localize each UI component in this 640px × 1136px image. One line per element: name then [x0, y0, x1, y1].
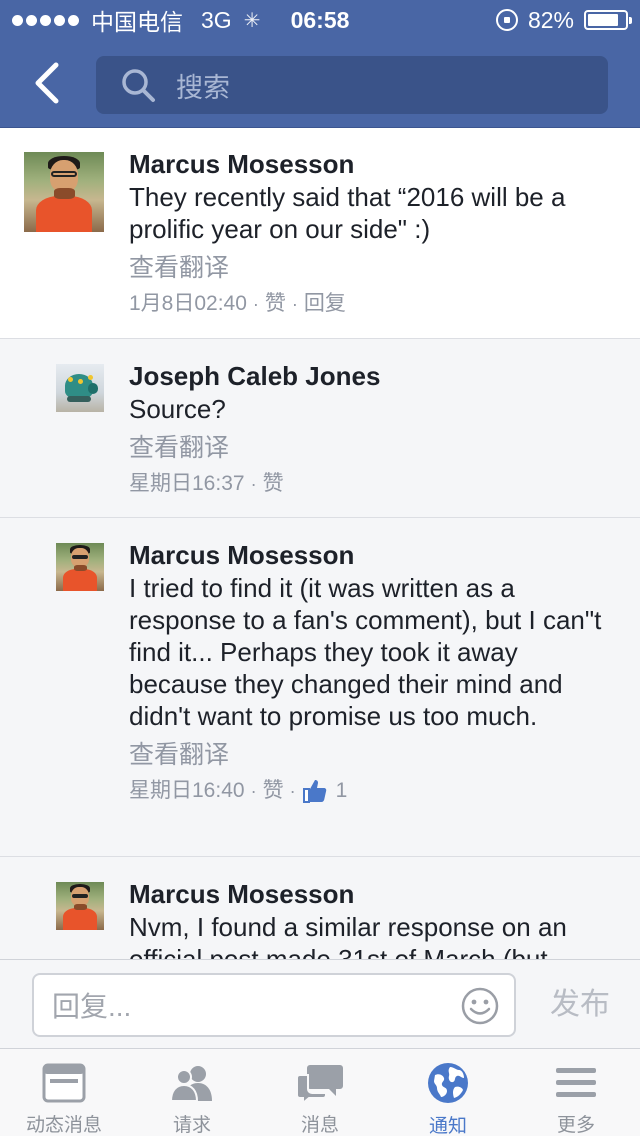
status-bar: 中国电信 3G ✳ 06:58 82% [0, 0, 640, 40]
like-button[interactable]: 赞 [265, 287, 286, 321]
comment-meta: 星期日16:40 · 赞 · 1 [129, 774, 612, 808]
search-placeholder: 搜索 [176, 72, 230, 103]
news-feed-icon [42, 1063, 86, 1102]
comment-author[interactable]: Marcus Mosesson [129, 147, 612, 181]
reply-composer: 回复... 发布 [0, 959, 640, 1048]
rotation-lock-icon [495, 9, 518, 31]
comment-thread[interactable]: Marcus Mosesson They recently said that … [0, 129, 640, 959]
separator: · [250, 474, 257, 494]
tab-more[interactable]: 更多 [512, 1049, 640, 1136]
status-right: 82% [495, 0, 632, 40]
nav-bar: 搜索 [0, 40, 640, 128]
avatar[interactable] [56, 882, 104, 930]
comment-text: They recently said that “2016 will be a … [129, 182, 566, 244]
search-input[interactable]: 搜索 [96, 56, 608, 114]
see-translation-link[interactable]: 查看翻译 [129, 736, 612, 774]
comment-body: Joseph Caleb Jones Source? 查看翻译 星期日16:37… [129, 359, 612, 501]
separator: · [289, 781, 296, 801]
avatar[interactable] [56, 364, 104, 412]
back-button[interactable] [22, 54, 72, 112]
comment-timestamp: 星期日16:37 [129, 472, 245, 495]
chevron-left-icon [35, 62, 59, 104]
more-menu-icon [556, 1067, 596, 1097]
comment-text: Nvm, I found a similar response on an of… [129, 912, 567, 959]
tab-label: 更多 [556, 1115, 595, 1136]
comment-body: Marcus Mosesson I tried to find it (it w… [129, 538, 612, 808]
tab-notifications[interactable]: 通知 [384, 1049, 512, 1136]
thumbs-up-icon [302, 780, 326, 803]
avatar[interactable] [56, 543, 104, 591]
comment-author[interactable]: Marcus Mosesson [129, 877, 612, 911]
comment-timestamp: 1月8日02:40 [129, 292, 247, 315]
reply-input[interactable]: 回复... [32, 973, 516, 1037]
comment-meta: 星期日16:37 · 赞 [129, 467, 612, 501]
notifications-globe-icon [428, 1063, 468, 1103]
like-button[interactable]: 赞 [263, 467, 284, 501]
see-translation-link[interactable]: 查看翻译 [129, 249, 612, 287]
friend-requests-icon [169, 1065, 212, 1102]
reply-item: Marcus Mosesson I tried to find it (it w… [0, 518, 640, 857]
separator: · [250, 781, 257, 801]
comment-author[interactable]: Joseph Caleb Jones [129, 359, 612, 393]
comment-text: I tried to find it (it was written as a … [129, 573, 602, 731]
like-count-value: 1 [335, 779, 348, 802]
tab-bar: 动态消息 请求 消息 通知 更多 [0, 1048, 640, 1136]
comment-text: Source? [129, 394, 226, 424]
comment-meta: 1月8日02:40 · 赞 · 回复 [129, 287, 612, 321]
comment-item: Marcus Mosesson They recently said that … [0, 129, 640, 339]
separator: · [252, 294, 259, 314]
comment-author[interactable]: Marcus Mosesson [129, 538, 612, 572]
tab-label: 动态消息 [25, 1115, 102, 1136]
see-translation-link[interactable]: 查看翻译 [129, 429, 612, 467]
reply-item: Joseph Caleb Jones Source? 查看翻译 星期日16:37… [0, 339, 640, 518]
separator: · [291, 294, 298, 314]
tab-label: 消息 [300, 1115, 339, 1136]
comment-body: Marcus Mosesson They recently said that … [129, 147, 612, 321]
like-count[interactable]: 1 [302, 774, 348, 808]
comment-body: Marcus Mosesson Nvm, I found a similar r… [129, 877, 612, 959]
tab-label: 通知 [428, 1116, 467, 1136]
avatar[interactable] [24, 152, 104, 232]
reply-placeholder: 回复... [52, 991, 132, 1022]
reply-button[interactable]: 回复 [304, 287, 346, 321]
tab-news-feed[interactable]: 动态消息 [0, 1049, 128, 1136]
post-button[interactable]: 发布 [540, 973, 620, 1037]
like-button[interactable]: 赞 [263, 774, 284, 808]
emoji-smiley-icon[interactable] [460, 986, 500, 1026]
search-icon [122, 69, 155, 102]
tab-requests[interactable]: 请求 [128, 1049, 256, 1136]
reply-item: Marcus Mosesson Nvm, I found a similar r… [0, 857, 640, 959]
tab-label: 请求 [172, 1115, 211, 1136]
messages-icon [296, 1064, 343, 1103]
screen: 中国电信 3G ✳ 06:58 82% 搜索 Marcus Mosesson T… [0, 0, 640, 1136]
tab-messages[interactable]: 消息 [256, 1049, 384, 1136]
battery-icon [584, 10, 632, 30]
comment-timestamp: 星期日16:40 [129, 779, 245, 802]
battery-percent: 82% [527, 6, 574, 33]
